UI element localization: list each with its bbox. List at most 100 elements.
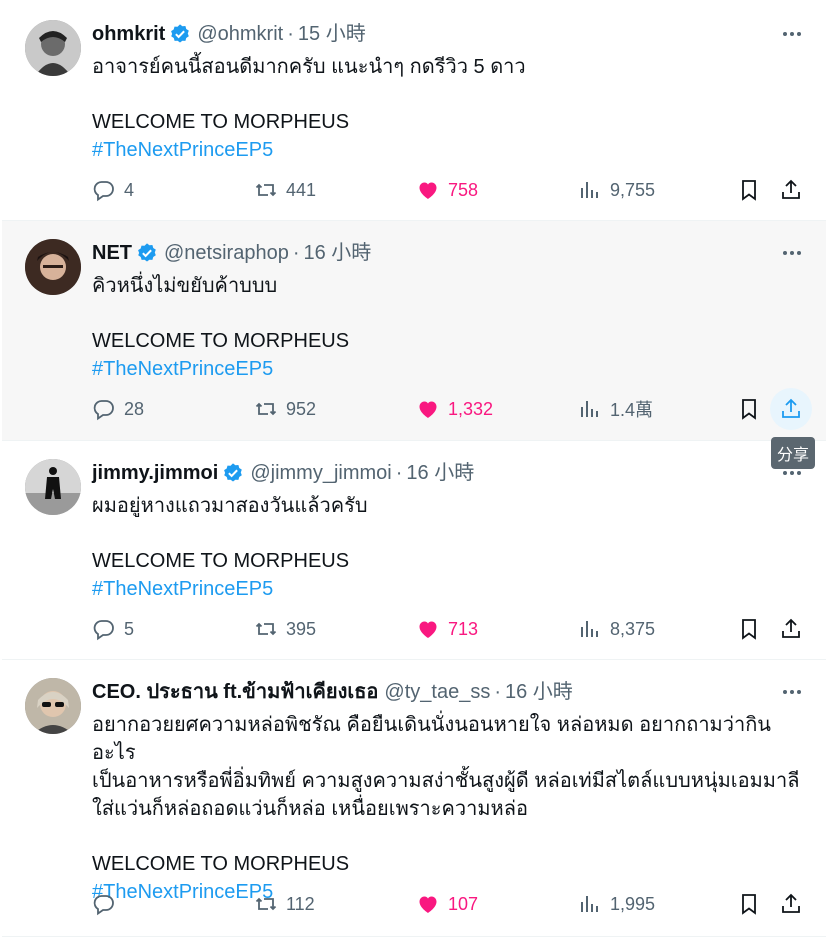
views-button[interactable]: 1.4萬	[578, 389, 653, 429]
timeline-feed: ohmkrit @ohmkrit · 15 小時 อาจารย์คนนี้สอน…	[2, 2, 826, 937]
reply-icon	[93, 400, 114, 421]
more-icon[interactable]	[780, 241, 804, 265]
retweet-icon	[255, 897, 277, 911]
avatar[interactable]	[25, 678, 81, 734]
reply-icon	[93, 895, 114, 916]
views-count: 8,375	[610, 618, 656, 639]
timestamp[interactable]: 15 小時	[298, 21, 366, 47]
like-count: 758	[448, 179, 479, 200]
tweet-actions: 5 395 713 8,375	[92, 609, 806, 649]
views-button[interactable]: 9,755	[578, 170, 655, 210]
tweet-text-line: เป็นอาหารหรือพี่อิ่มทิพย์ ความสูงความสง่…	[92, 770, 800, 792]
tweet-text: คิวหนึ่งไม่ขยับค้าบบบ WELCOME TO MORPHEU…	[92, 272, 796, 383]
like-button[interactable]: 713	[416, 609, 478, 649]
views-icon	[581, 401, 598, 417]
tweet-text: ผมอยู่หางแถวมาสองวันแล้วครับ WELCOME TO …	[92, 492, 796, 603]
views-count: 1.4萬	[610, 400, 654, 420]
share-button[interactable]	[770, 170, 812, 210]
heart-icon	[419, 896, 437, 913]
bookmark-button[interactable]	[728, 389, 770, 429]
reply-button[interactable]: 5	[92, 609, 134, 649]
tweet[interactable]: ohmkrit @ohmkrit · 15 小時 อาจารย์คนนี้สอน…	[2, 2, 826, 221]
retweet-button[interactable]: 952	[254, 389, 316, 429]
more-icon[interactable]	[780, 22, 804, 46]
hashtag-link[interactable]: #TheNextPrinceEP5	[92, 136, 796, 164]
bookmark-icon	[742, 399, 756, 420]
like-button[interactable]: 1,332	[416, 389, 493, 429]
timestamp[interactable]: 16 小時	[304, 240, 372, 266]
tweet-actions: 112 107 1,995	[92, 884, 806, 924]
retweet-count: 395	[286, 618, 317, 639]
avatar[interactable]	[25, 239, 81, 295]
views-count: 1,995	[610, 893, 656, 914]
retweet-count: 112	[286, 893, 315, 914]
like-button[interactable]: 107	[416, 884, 478, 924]
reply-count: 28	[124, 398, 145, 419]
tweet-text-line: ผมอยู่หางแถวมาสองวันแล้วครับ	[92, 495, 368, 517]
more-icon[interactable]	[780, 680, 804, 704]
tweet-text-line: ใส่แว่นก็หล่อถอดแว่นก็หล่อ เหนื่อยเพราะค…	[92, 798, 528, 820]
separator-dot: ·	[287, 23, 294, 45]
like-button[interactable]: 758	[416, 170, 478, 210]
tweet-welcome-line: WELCOME TO MORPHEUS	[92, 550, 350, 572]
author-handle[interactable]: @ty_tae_ss	[384, 679, 490, 705]
reply-icon	[93, 181, 114, 202]
tweet[interactable]: NET @netsiraphop · 16 小時 คิวหนึ่งไม่ขยับ…	[2, 221, 826, 441]
like-count: 107	[448, 893, 479, 914]
author-handle[interactable]: @jimmy_jimmoi	[250, 460, 391, 486]
share-button[interactable]	[770, 609, 812, 649]
reply-button[interactable]: 4	[92, 170, 134, 210]
retweet-count: 952	[286, 398, 317, 419]
tweet-welcome-line: WELCOME TO MORPHEUS	[92, 330, 350, 352]
tweet-text-line: อาจารย์คนนี้สอนดีมากครับ แนะนำๆ กดรีวิว …	[92, 56, 526, 78]
bookmark-icon	[742, 180, 756, 201]
tweet-header: ohmkrit @ohmkrit · 15 小時	[92, 21, 366, 47]
views-icon	[581, 896, 598, 912]
share-button[interactable]	[770, 884, 812, 924]
tweet-text: อยากอวยยศความหล่อพิชรัณ คือยืนเดินนั่งนอ…	[92, 711, 806, 906]
reply-button[interactable]: 28	[92, 389, 144, 429]
retweet-icon	[255, 183, 277, 197]
tweet[interactable]: jimmy.jimmoi @jimmy_jimmoi · 16 小時 ผมอยู…	[2, 441, 826, 660]
author-handle[interactable]: @ohmkrit	[197, 21, 283, 47]
author-name[interactable]: NET	[92, 240, 132, 266]
share-icon	[782, 618, 800, 638]
author-name[interactable]: CEO. ประธาน ft.ข้ามฟ้าเคียงเธอ	[92, 679, 378, 705]
timestamp[interactable]: 16 小時	[406, 460, 474, 486]
tweet-text-line: อยากอวยยศความหล่อพิชรัณ คือยืนเดินนั่งนอ…	[92, 714, 771, 764]
bookmark-button[interactable]	[728, 609, 770, 649]
retweet-button[interactable]: 395	[254, 609, 316, 649]
views-count: 9,755	[610, 179, 656, 200]
reply-count: 5	[124, 618, 135, 639]
bookmark-button[interactable]	[728, 170, 770, 210]
tweet-header: CEO. ประธาน ft.ข้ามฟ้าเคียงเธอ @ty_tae_s…	[92, 679, 573, 705]
retweet-button[interactable]: 441	[254, 170, 316, 210]
separator-dot: ·	[292, 242, 300, 264]
tweet-header: jimmy.jimmoi @jimmy_jimmoi · 16 小時	[92, 460, 474, 486]
avatar[interactable]	[25, 459, 81, 515]
reply-button[interactable]	[92, 884, 124, 924]
avatar[interactable]	[25, 20, 81, 76]
tweet[interactable]: CEO. ประธาน ft.ข้ามฟ้าเคียงเธอ @ty_tae_s…	[2, 660, 826, 937]
timestamp[interactable]: 16 小時	[505, 679, 573, 705]
author-handle[interactable]: @netsiraphop	[164, 240, 289, 266]
like-count: 1,332	[448, 398, 494, 419]
views-button[interactable]: 8,375	[578, 609, 655, 649]
views-button[interactable]: 1,995	[578, 884, 655, 924]
bookmark-button[interactable]	[728, 884, 770, 924]
author-name[interactable]: jimmy.jimmoi	[92, 460, 218, 486]
share-button[interactable]	[770, 388, 812, 430]
hashtag-link[interactable]: #TheNextPrinceEP5	[92, 355, 796, 383]
verified-badge-icon	[138, 243, 156, 262]
reply-count: 4	[124, 179, 135, 200]
hashtag-link[interactable]: #TheNextPrinceEP5	[92, 575, 796, 603]
retweet-count: 441	[286, 179, 317, 200]
retweet-icon	[255, 622, 277, 636]
author-name[interactable]: ohmkrit	[92, 21, 165, 47]
heart-icon	[419, 182, 437, 199]
views-icon	[581, 182, 598, 198]
retweet-button[interactable]: 112	[254, 884, 315, 924]
verified-badge-icon	[224, 463, 243, 482]
tweet-header: NET @netsiraphop · 16 小時	[92, 240, 371, 266]
tweet-actions: 28 952 1,332 1.4萬	[92, 388, 812, 430]
